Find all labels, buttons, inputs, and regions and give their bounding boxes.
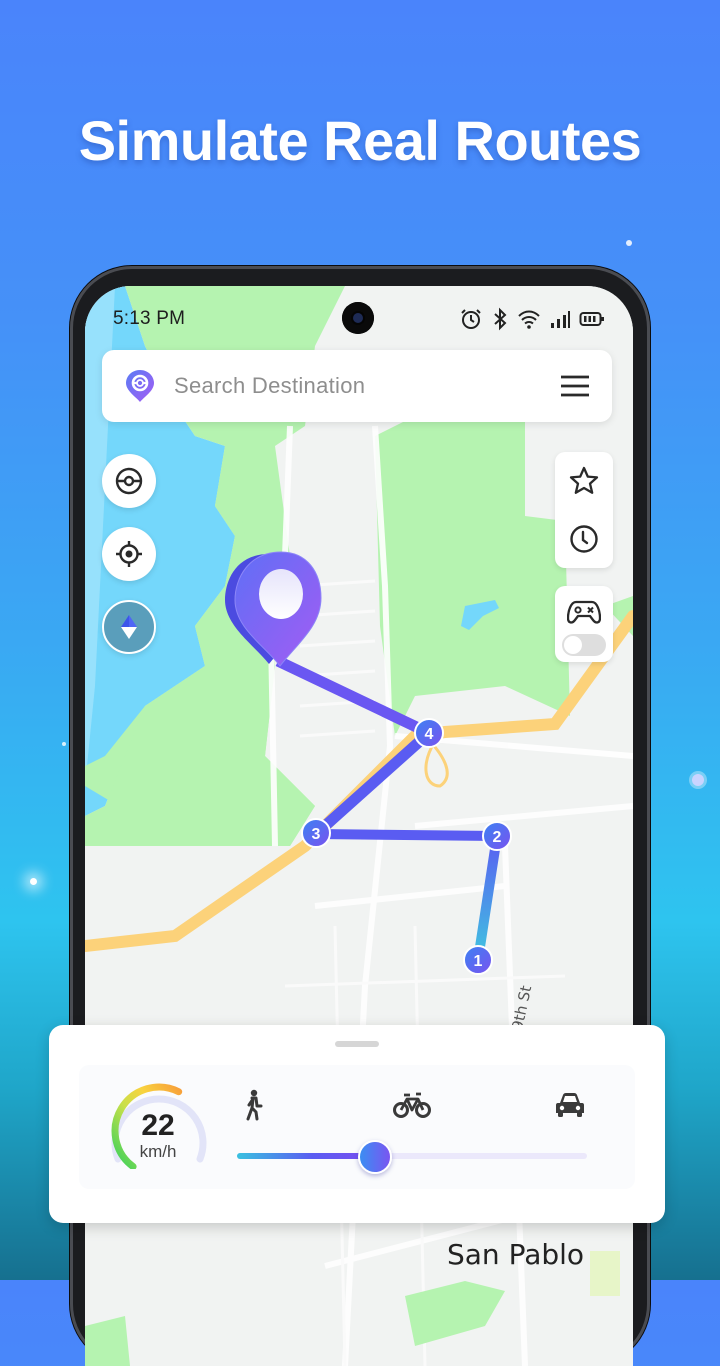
gamepad-icon [567,600,601,624]
search-input[interactable]: Search Destination [174,373,560,399]
speed-unit: km/h [139,1142,177,1161]
waypoint-4[interactable]: 4 [414,718,444,748]
route-segment-2-3 [315,829,498,841]
car-icon [556,1093,584,1117]
sparkle [30,878,37,885]
mode-bike-button[interactable] [393,1091,431,1124]
city-label: San Pablo [447,1238,585,1271]
speed-sheet: 22 km/h [49,1025,665,1223]
waypoint-2[interactable]: 2 [482,821,512,851]
headline: Simulate Real Routes [78,109,642,172]
history-button[interactable] [555,510,613,568]
location-pin-icon [126,370,154,402]
joystick-toggle[interactable] [562,634,606,656]
joystick-button[interactable] [555,586,613,634]
star-icon [569,466,599,494]
sparkle [692,774,704,786]
crosshair-icon [116,541,142,567]
joystick-card [555,586,613,662]
clock-icon [570,525,598,553]
svg-text:3: 3 [312,826,321,843]
hamburger-menu-icon[interactable] [560,374,590,398]
speed-slider-fill [237,1153,374,1159]
sparkle [626,240,632,246]
alarm-icon [461,309,481,329]
search-bar[interactable]: Search Destination [102,350,612,422]
speed-value: 22 [141,1109,175,1142]
front-camera [342,302,374,334]
svg-text:4: 4 [425,726,434,743]
mode-walk-button[interactable] [241,1089,267,1126]
svg-text:2: 2 [493,829,502,846]
pokeball-icon [115,467,143,495]
wifi-icon [518,310,540,329]
signal-icon [551,311,570,328]
status-time: 5:13 PM [113,308,186,329]
svg-text:1: 1 [474,953,483,970]
my-location-button[interactable] [102,527,156,581]
favorites-history-card [555,452,613,568]
bicycle-icon [393,1092,431,1118]
mode-car-button[interactable] [554,1091,586,1124]
sparkle [62,742,66,746]
speed-slider[interactable] [237,1153,587,1159]
park-area [590,1251,620,1296]
waypoint-1[interactable]: 1 [463,945,493,975]
speed-slider-thumb[interactable] [357,1140,392,1174]
bluetooth-icon [494,307,507,331]
pokeball-button[interactable] [102,454,156,508]
compass-button[interactable] [102,600,156,654]
compass-icon [121,615,137,639]
walking-icon [246,1089,263,1121]
waypoint-3[interactable]: 3 [301,818,331,848]
sheet-grabber[interactable] [335,1041,379,1047]
favorites-button[interactable] [555,452,613,510]
status-icons [459,307,605,331]
battery-icon [579,312,604,326]
